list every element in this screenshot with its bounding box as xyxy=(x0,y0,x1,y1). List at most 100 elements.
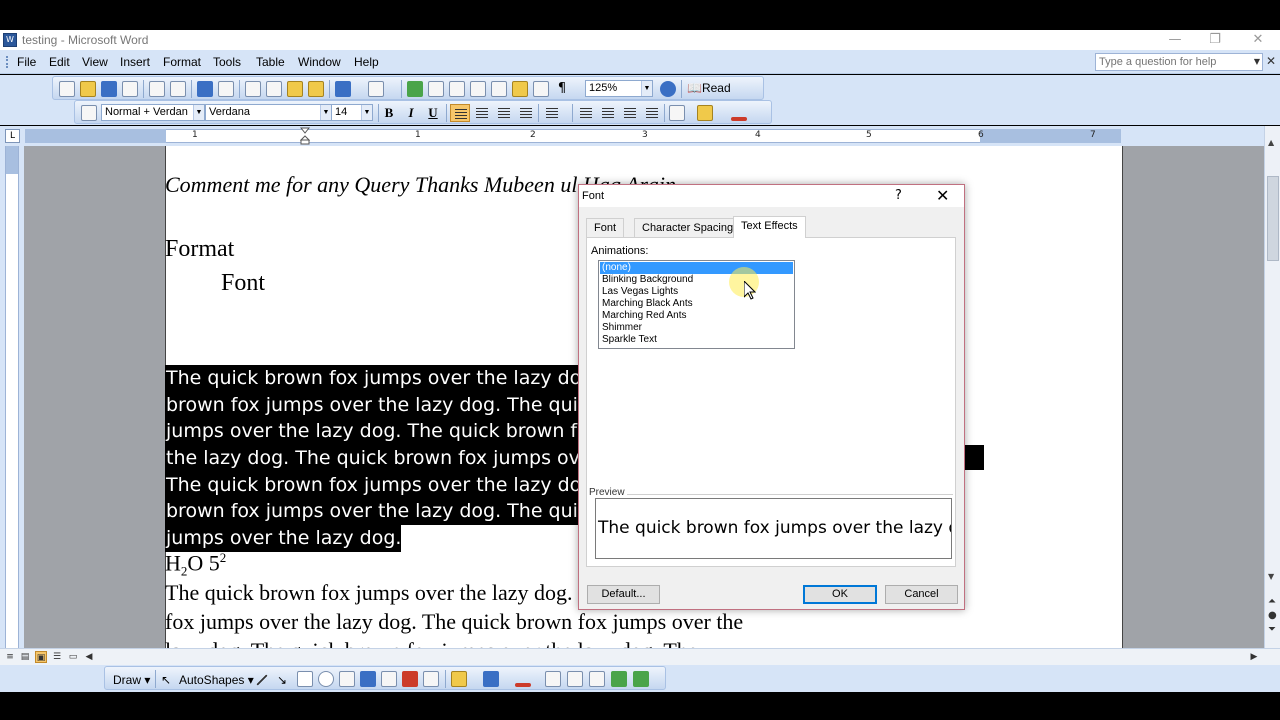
shadow-style-icon[interactable] xyxy=(611,671,627,687)
dialog-title-bar[interactable]: Font ? ✕ xyxy=(579,185,964,207)
scroll-right-icon[interactable]: ▶ xyxy=(1248,651,1260,663)
wordart-icon[interactable] xyxy=(360,671,376,687)
decrease-indent-button[interactable] xyxy=(620,104,640,122)
italic-button[interactable]: I xyxy=(402,105,420,121)
styles-formatting-icon[interactable] xyxy=(81,105,97,121)
indent-marker-icon[interactable] xyxy=(300,127,310,145)
draw-menu-button[interactable]: Draw ▾ xyxy=(113,673,150,687)
close-document-button[interactable]: ✕ xyxy=(1266,54,1276,68)
select-browse-object-icon[interactable]: ● xyxy=(1268,610,1277,621)
bullets-button[interactable] xyxy=(598,104,618,122)
menu-view[interactable]: View xyxy=(82,55,108,69)
pilcrow-icon[interactable]: ¶ xyxy=(554,81,570,97)
research-icon[interactable] xyxy=(218,81,234,97)
spelling-icon[interactable] xyxy=(197,81,213,97)
selected-text-line[interactable]: jumps over the lazy dog. xyxy=(165,525,402,552)
redo-icon[interactable] xyxy=(368,81,384,97)
dialog-close-button[interactable]: ✕ xyxy=(936,186,949,205)
highlight-icon[interactable] xyxy=(697,105,713,121)
style-combo[interactable]: Normal + Verdan ▼ xyxy=(101,104,205,121)
text-box-icon[interactable] xyxy=(339,671,355,687)
align-center-button[interactable] xyxy=(472,104,492,122)
align-right-button[interactable] xyxy=(494,104,514,122)
ruler-strip[interactable] xyxy=(25,129,1121,143)
draw-font-color-icon[interactable] xyxy=(515,683,531,687)
menu-table[interactable]: Table xyxy=(256,55,285,69)
menu-window[interactable]: Window xyxy=(298,55,341,69)
copy-icon[interactable] xyxy=(266,81,282,97)
print-preview-icon[interactable] xyxy=(170,81,186,97)
chevron-down-icon[interactable]: ▼ xyxy=(320,105,331,120)
autoshapes-menu-button[interactable]: AutoShapes ▾ xyxy=(179,673,254,687)
font-combo[interactable]: Verdana ▼ xyxy=(205,104,332,121)
animation-option-none[interactable]: (none) xyxy=(599,261,794,275)
select-objects-icon[interactable]: ↖ xyxy=(161,673,171,687)
reading-layout-icon[interactable]: ▭ xyxy=(67,651,79,663)
tables-borders-icon[interactable] xyxy=(428,81,444,97)
format-painter-icon[interactable] xyxy=(308,81,324,97)
underline-button[interactable]: U xyxy=(424,105,442,121)
help-icon[interactable] xyxy=(660,81,676,97)
open-folder-icon[interactable] xyxy=(80,81,96,97)
ask-question-box[interactable]: ▼ xyxy=(1095,53,1263,71)
menu-help[interactable]: Help xyxy=(354,55,379,69)
menu-format[interactable]: Format xyxy=(163,55,201,69)
animation-option-sparkle-text[interactable]: Sparkle Text xyxy=(600,334,793,346)
oval-icon[interactable] xyxy=(318,671,334,687)
animation-option-marching-red-ants[interactable]: Marching Red Ants xyxy=(600,310,793,322)
print-icon[interactable] xyxy=(149,81,165,97)
justify-button[interactable] xyxy=(516,104,536,122)
menu-file[interactable]: File xyxy=(17,55,36,69)
bold-button[interactable]: B xyxy=(380,105,398,121)
next-page-icon[interactable]: ⏷ xyxy=(1268,624,1276,635)
fill-color-icon[interactable] xyxy=(451,671,467,687)
borders-icon[interactable] xyxy=(669,105,685,121)
undo-icon[interactable] xyxy=(335,81,351,97)
drawing-icon[interactable] xyxy=(512,81,528,97)
previous-page-icon[interactable]: ⏶ xyxy=(1268,596,1276,607)
tab-font[interactable]: Font xyxy=(586,218,625,237)
tab-selector[interactable]: L xyxy=(5,129,20,143)
chevron-down-icon[interactable]: ▼ xyxy=(641,81,652,96)
menu-insert[interactable]: Insert xyxy=(120,55,150,69)
chevron-down-icon[interactable]: ▼ xyxy=(361,105,372,120)
animation-option-shimmer[interactable]: Shimmer xyxy=(600,322,793,334)
vertical-scrollbar[interactable]: ▲ ▼ ⏶ ● ⏷ xyxy=(1264,126,1280,648)
arrow-icon[interactable]: ↘ xyxy=(277,673,287,687)
scroll-left-icon[interactable]: ◀ xyxy=(83,651,95,663)
font-size-combo[interactable]: 14 ▼ xyxy=(331,104,373,121)
menu-edit[interactable]: Edit xyxy=(49,55,70,69)
menu-grip-handle[interactable] xyxy=(6,56,9,68)
vertical-ruler-strip[interactable] xyxy=(5,146,19,648)
tab-character-spacing[interactable]: Character Spacing xyxy=(634,218,742,237)
horizontal-scrollbar[interactable]: ≡ ▤ ▣ ☰ ▭ ◀ ▶ xyxy=(0,648,1280,665)
line-color-icon[interactable] xyxy=(483,671,499,687)
columns-icon[interactable] xyxy=(491,81,507,97)
minimize-button[interactable]: — xyxy=(1155,31,1195,49)
paste-icon[interactable] xyxy=(287,81,303,97)
animation-option-las-vegas-lights[interactable]: Las Vegas Lights xyxy=(600,286,793,298)
insert-picture-icon[interactable] xyxy=(423,671,439,687)
insert-table-icon[interactable] xyxy=(449,81,465,97)
close-window-button[interactable]: ✕ xyxy=(1238,31,1278,49)
web-layout-icon[interactable]: ▤ xyxy=(19,651,31,663)
zoom-combo[interactable]: 125% ▼ xyxy=(585,80,653,97)
cut-icon[interactable] xyxy=(245,81,261,97)
chevron-down-icon[interactable]: ▼ xyxy=(1254,57,1260,66)
animations-listbox[interactable]: (none) Blinking Background Las Vegas Lig… xyxy=(598,260,795,349)
numbering-button[interactable] xyxy=(576,104,596,122)
arrow-style-icon[interactable] xyxy=(589,671,605,687)
line-spacing-button[interactable] xyxy=(542,104,562,122)
ok-button[interactable]: OK xyxy=(803,585,877,604)
outline-view-icon[interactable]: ☰ xyxy=(51,651,63,663)
scroll-up-icon[interactable]: ▲ xyxy=(1268,138,1274,147)
insert-excel-icon[interactable] xyxy=(470,81,486,97)
print-layout-icon[interactable]: ▣ xyxy=(35,651,47,663)
animation-option-marching-black-ants[interactable]: Marching Black Ants xyxy=(600,298,793,310)
permission-icon[interactable] xyxy=(122,81,138,97)
line-style-icon[interactable] xyxy=(545,671,561,687)
align-left-button[interactable] xyxy=(450,104,470,122)
hyperlink-icon[interactable] xyxy=(407,81,423,97)
3d-style-icon[interactable] xyxy=(633,671,649,687)
font-color-icon[interactable] xyxy=(731,117,747,121)
